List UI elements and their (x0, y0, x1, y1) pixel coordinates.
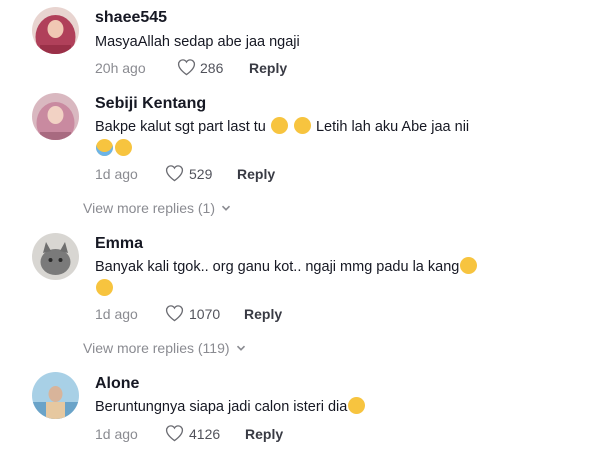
comment-time: 1d ago (95, 306, 138, 322)
comment-time: 20h ago (95, 60, 146, 76)
like-count: 1070 (189, 306, 221, 322)
comment-text-part: Beruntungnya siapa jadi calon isteri dia (95, 399, 348, 415)
avatar[interactable] (32, 93, 79, 140)
comment-text: Bakpe kalut sgt part last tu Letih lah a… (95, 116, 535, 160)
comment-text: Beruntungnya siapa jadi calon isteri dia (95, 396, 535, 418)
avatar-image (32, 372, 79, 419)
heart-outline-icon[interactable] (165, 304, 184, 322)
view-more-label: View more replies (119) (83, 340, 230, 356)
heart-outline-icon[interactable] (165, 424, 184, 442)
face-with-hand-over-mouth-emoji (96, 279, 113, 296)
avatar[interactable] (32, 372, 79, 419)
comment-text-part: Bakpe kalut sgt part last tu (95, 119, 266, 135)
comment-text: Banyak kali tgok.. org ganu kot.. ngaji … (95, 256, 535, 300)
rolling-on-floor-laughing-emoji (115, 139, 132, 156)
comment-time: 1d ago (95, 426, 138, 442)
avatar[interactable] (32, 7, 79, 54)
comment-username[interactable]: Emma (95, 235, 143, 253)
view-more-replies-button[interactable]: View more replies (1) (83, 200, 231, 216)
reply-button[interactable]: Reply (245, 426, 283, 442)
view-more-replies-button[interactable]: View more replies (119) (83, 340, 246, 356)
rolling-on-floor-laughing-emoji (293, 117, 311, 134)
like-count: 4126 (189, 426, 221, 442)
heart-outline-icon[interactable] (177, 58, 196, 76)
heart-outline-icon[interactable] (165, 164, 184, 182)
avatar-image (32, 233, 79, 280)
reply-button[interactable]: Reply (244, 306, 282, 322)
reply-button[interactable]: Reply (249, 60, 287, 76)
chevron-down-icon (221, 205, 231, 211)
avatar[interactable] (32, 233, 79, 280)
chevron-down-icon (236, 345, 245, 351)
comment-username[interactable]: shaee545 (95, 9, 167, 27)
like-count: 529 (189, 166, 213, 182)
comment-text-part: Banyak kali tgok.. org ganu kot.. ngaji … (95, 259, 460, 275)
avatar-image (32, 93, 79, 140)
loudly-crying-emoji (96, 139, 113, 156)
comment-time: 1d ago (95, 166, 138, 182)
rolling-on-floor-laughing-emoji (270, 117, 288, 134)
comment-text-part: Letih lah aku Abe jaa nii (315, 119, 470, 135)
reply-button[interactable]: Reply (237, 166, 275, 182)
pleading-face-emoji (348, 397, 366, 414)
face-with-hand-over-mouth-emoji (460, 257, 478, 274)
comment-text: MasyaAllah sedap abe jaa ngaji (95, 34, 300, 50)
like-count: 286 (200, 60, 224, 76)
avatar-image (32, 7, 79, 54)
view-more-label: View more replies (1) (83, 200, 216, 216)
comment-username[interactable]: Alone (95, 375, 139, 393)
comment-username[interactable]: Sebiji Kentang (95, 95, 206, 113)
